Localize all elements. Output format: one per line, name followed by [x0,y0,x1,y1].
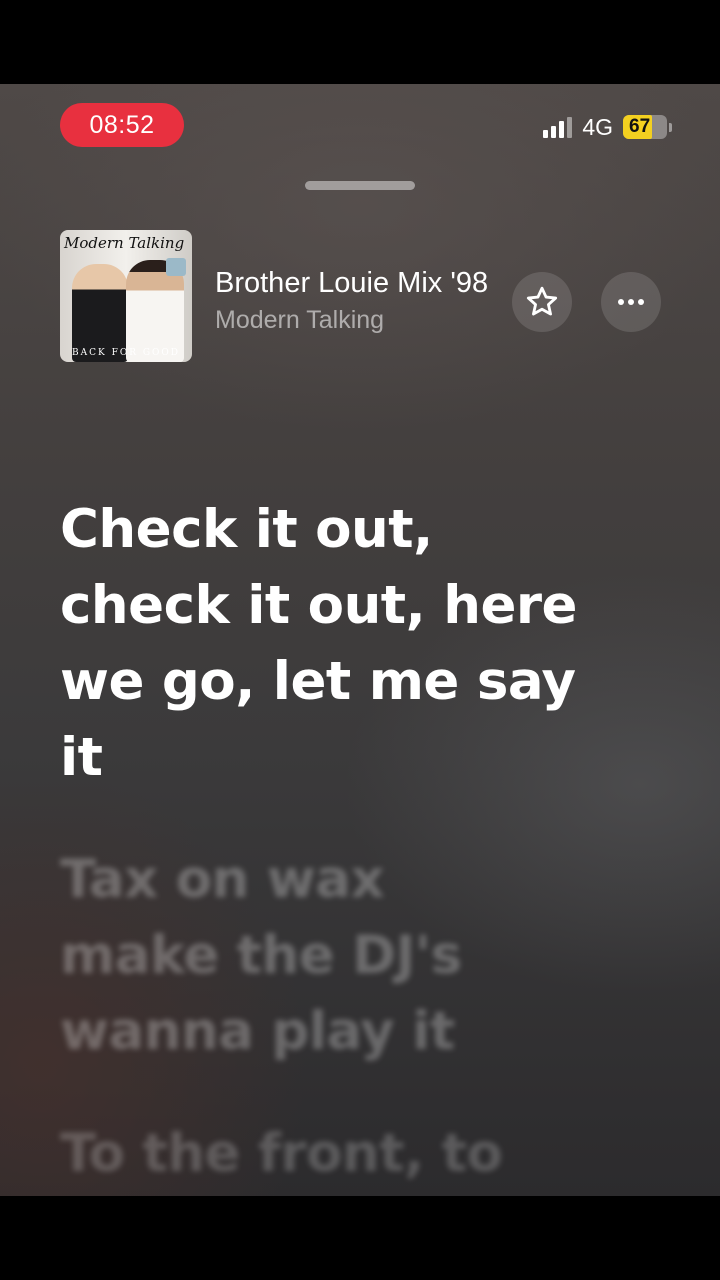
lyrics-screen: 08:52 4G 67 Modern Talking BACK FOR GOOD… [0,84,720,1196]
lyric-line-current[interactable]: Check it out, check it out, here we go, … [60,492,580,796]
album-art-sticker [166,258,186,276]
battery-level: 67 [629,116,651,137]
sheet-grabber[interactable] [305,181,415,190]
lyrics-panel[interactable]: Check it out, check it out, here we go, … [60,492,660,1196]
song-title[interactable]: Brother Louie Mix '98 [215,267,505,300]
cellular-signal-icon [543,116,573,138]
album-art-title: Modern Talking [64,234,185,252]
lyric-line-following[interactable]: To the front, to [60,1116,560,1192]
more-options-button[interactable] [601,272,661,332]
battery-icon: 67 [623,115,667,139]
lyric-line-next[interactable]: Tax on wax make the DJ's wanna play it [60,842,560,1070]
ellipsis-icon [618,299,644,305]
battery-cap [669,122,672,132]
artist-name[interactable]: Modern Talking [215,306,384,335]
album-art-footer: BACK FOR GOOD [71,348,180,358]
network-type: 4G [582,113,613,140]
status-time[interactable]: 08:52 [60,103,184,147]
album-artwork[interactable]: Modern Talking BACK FOR GOOD [60,230,192,362]
status-indicators: 4G 67 [543,114,672,140]
favorite-button[interactable] [512,272,572,332]
star-icon [526,286,558,316]
